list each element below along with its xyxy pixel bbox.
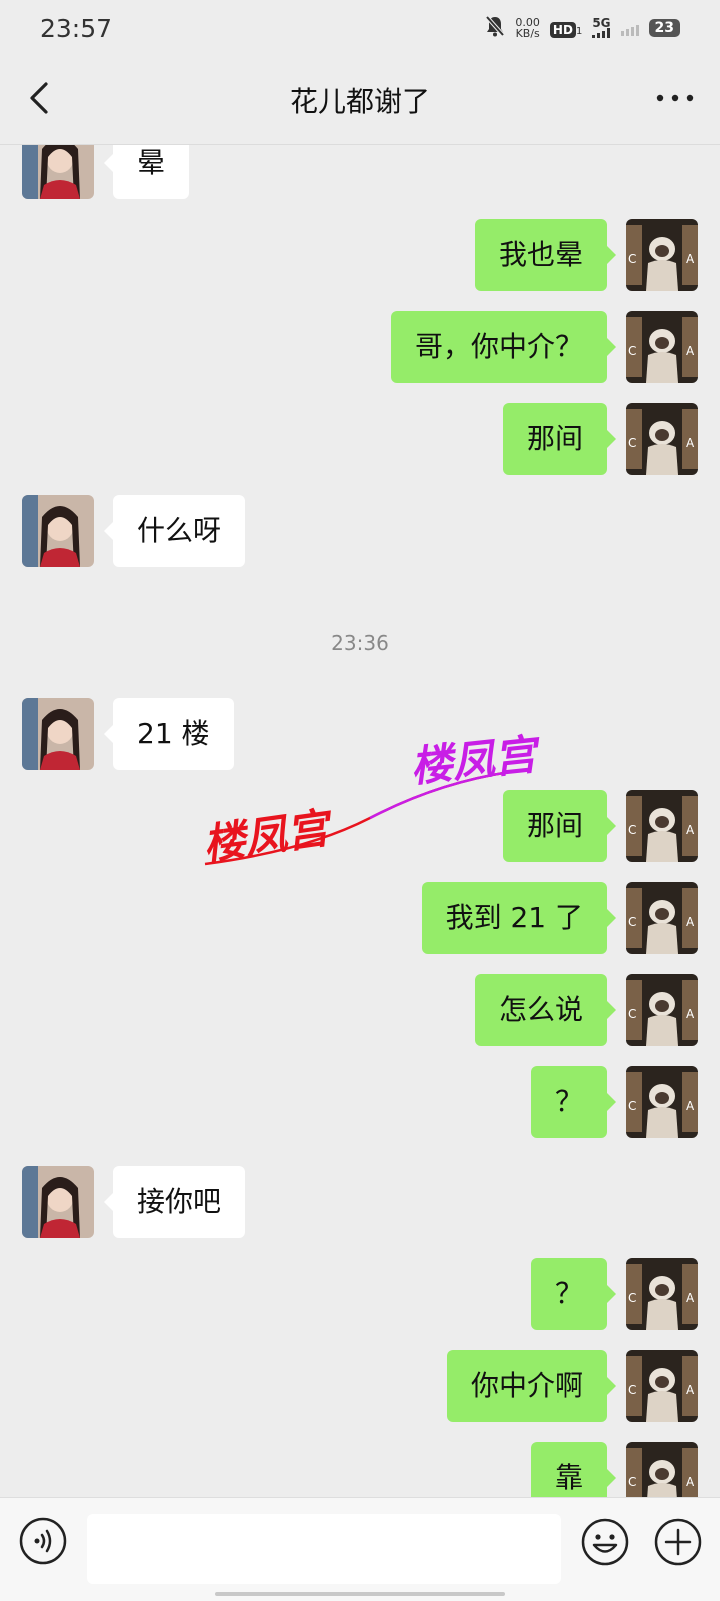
- plus-icon: [654, 1518, 702, 1566]
- net-speed-unit: KB/s: [515, 27, 540, 40]
- svg-text:C: C: [628, 1291, 636, 1305]
- svg-text:C: C: [628, 252, 636, 266]
- home-indicator[interactable]: [215, 1592, 505, 1596]
- message-row: 晕: [0, 145, 720, 199]
- message-bubble-sent[interactable]: 靠: [530, 1442, 617, 1497]
- message-row: 那间 CA: [0, 403, 720, 475]
- self-avatar[interactable]: CA: [626, 1258, 698, 1330]
- voice-icon: [19, 1517, 67, 1565]
- self-avatar[interactable]: CA: [626, 882, 698, 954]
- message-row: 哥，你中介？ CA: [0, 311, 720, 383]
- svg-text:A: A: [686, 1291, 695, 1305]
- message-bubble-sent[interactable]: ？: [530, 1258, 617, 1330]
- message-row: 怎么说 CA: [0, 974, 720, 1046]
- signal-bars-secondary-icon: [620, 20, 639, 36]
- sim-index: 1: [575, 25, 583, 37]
- svg-text:C: C: [628, 344, 636, 358]
- chat-timestamp: 23:36: [331, 631, 389, 655]
- message-bubble-received[interactable]: 21 楼: [104, 698, 234, 770]
- contact-avatar[interactable]: [22, 495, 94, 567]
- mute-icon: [485, 15, 505, 41]
- message-row: 你中介啊 CA: [0, 1350, 720, 1422]
- message-row: ？ CA: [0, 1258, 720, 1330]
- self-avatar[interactable]: CA: [626, 1350, 698, 1422]
- self-avatar[interactable]: CA: [626, 403, 698, 475]
- battery-icon: 23: [648, 19, 680, 37]
- status-indicators: 0.00 KB/s HD 1 5G 23: [485, 15, 680, 41]
- message-bubble-sent[interactable]: 那间: [502, 790, 617, 862]
- svg-text:C: C: [628, 1383, 636, 1397]
- voice-button[interactable]: [18, 1516, 68, 1566]
- svg-text:C: C: [628, 915, 636, 929]
- svg-text:A: A: [686, 252, 695, 266]
- svg-text:A: A: [686, 436, 695, 450]
- message-bubble-sent[interactable]: 你中介啊: [446, 1350, 617, 1422]
- status-bar: 23:57 0.00 KB/s HD 1 5G 23: [0, 0, 720, 56]
- signal-bars-icon: [592, 28, 611, 38]
- network-type: 5G: [592, 16, 611, 30]
- message-bubble-sent[interactable]: 怎么说: [474, 974, 617, 1046]
- self-avatar[interactable]: CA: [626, 1442, 698, 1497]
- svg-text:A: A: [686, 1007, 695, 1021]
- contact-avatar[interactable]: [22, 1166, 94, 1238]
- self-avatar[interactable]: CA: [626, 1066, 698, 1138]
- svg-text:A: A: [686, 1383, 695, 1397]
- self-avatar[interactable]: CA: [626, 790, 698, 862]
- message-row: 什么呀: [0, 495, 720, 567]
- message-bubble-sent[interactable]: 那间: [502, 403, 617, 475]
- status-time: 23:57: [40, 14, 113, 43]
- message-bubble-sent[interactable]: 我到 21 了: [421, 882, 617, 954]
- net-speed: 0.00 KB/s: [515, 17, 540, 39]
- message-bubble-sent[interactable]: 我也晕: [474, 219, 617, 291]
- message-row: 我到 21 了 CA: [0, 882, 720, 954]
- more-button[interactable]: [650, 80, 700, 120]
- emoji-icon: [581, 1518, 629, 1566]
- message-list[interactable]: 晕 我也晕 CA 哥，你中介？ CA 那间 CA 什么呀 23:36 21 楼: [0, 145, 720, 1497]
- emoji-button[interactable]: [579, 1516, 631, 1568]
- message-row: 我也晕 CA: [0, 219, 720, 291]
- message-bubble-received[interactable]: 接你吧: [103, 1166, 246, 1238]
- svg-text:A: A: [686, 344, 695, 358]
- svg-text:C: C: [628, 1007, 636, 1021]
- message-bubble-sent[interactable]: ？: [530, 1066, 617, 1138]
- message-row: 靠 CA: [0, 1442, 720, 1497]
- svg-text:C: C: [628, 436, 636, 450]
- svg-text:A: A: [686, 823, 695, 837]
- hd-indicator: HD 1: [549, 19, 583, 38]
- message-row: 那间 CA: [0, 790, 720, 862]
- svg-text:A: A: [686, 915, 695, 929]
- input-bar: [0, 1497, 720, 1601]
- svg-text:C: C: [628, 1475, 636, 1489]
- chat-header: 花儿都谢了: [0, 56, 720, 145]
- message-row: 21 楼: [0, 698, 720, 770]
- self-avatar[interactable]: CA: [626, 974, 698, 1046]
- message-row: ？ CA: [0, 1066, 720, 1138]
- self-avatar[interactable]: CA: [626, 219, 698, 291]
- more-dots-icon: [656, 94, 694, 102]
- message-bubble-sent[interactable]: 哥，你中介？: [390, 311, 617, 383]
- hd-badge: HD: [549, 21, 576, 38]
- message-row: 接你吧: [0, 1166, 720, 1238]
- svg-text:C: C: [628, 1099, 636, 1113]
- contact-avatar[interactable]: [22, 698, 94, 770]
- message-bubble-received[interactable]: 什么呀: [103, 495, 246, 567]
- battery-level: 23: [654, 20, 674, 36]
- svg-text:A: A: [686, 1475, 695, 1489]
- chat-title: 花儿都谢了: [289, 85, 430, 118]
- message-bubble-received[interactable]: 晕: [103, 145, 190, 199]
- self-avatar[interactable]: CA: [626, 311, 698, 383]
- contact-avatar[interactable]: [22, 145, 94, 199]
- svg-text:C: C: [628, 823, 636, 837]
- plus-button[interactable]: [652, 1516, 704, 1568]
- message-input[interactable]: [87, 1514, 561, 1584]
- signal-5g: 5G: [592, 16, 611, 38]
- svg-text:A: A: [686, 1099, 695, 1113]
